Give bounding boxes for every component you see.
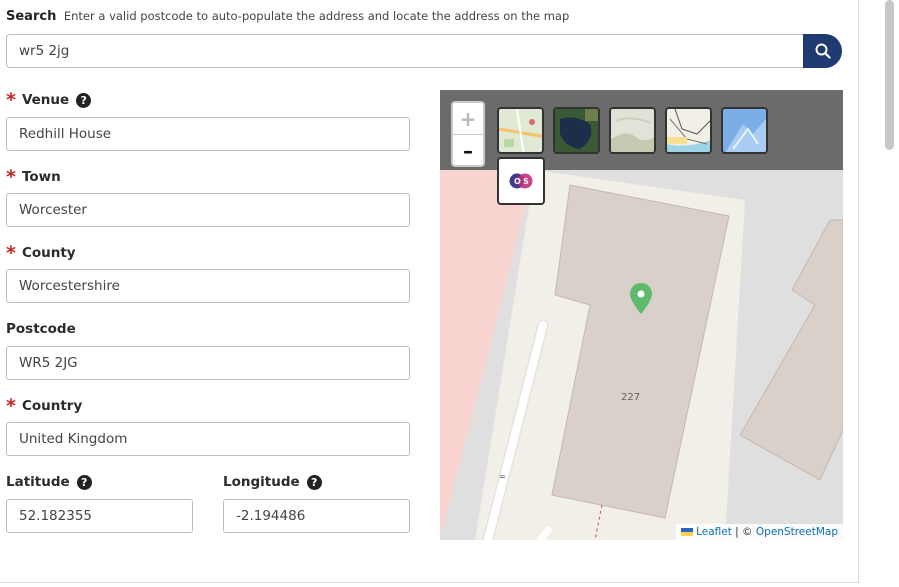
footpath-symbol: = [499, 472, 506, 481]
zoom-in-button[interactable]: + [453, 103, 483, 135]
county-field[interactable] [6, 269, 410, 303]
location-map[interactable]: = 227 + – O S Leaflet | © OpenStreetMap [440, 90, 843, 540]
search-input[interactable] [6, 34, 803, 68]
country-field[interactable] [6, 422, 410, 456]
road-map-layer-button[interactable] [497, 107, 544, 154]
postcode-label: Postcode [6, 321, 76, 337]
attribution-separator: | © [731, 526, 756, 538]
latitude-label-text: Latitude [6, 474, 70, 490]
road-map-thumbnail [499, 109, 542, 152]
building-number: 227 [621, 392, 640, 403]
page-scrollbar[interactable] [885, 0, 894, 150]
zoom-control: + – [451, 101, 485, 167]
help-icon[interactable]: ? [306, 474, 322, 490]
latitude-field[interactable] [6, 499, 193, 533]
required-marker: * [6, 166, 16, 188]
satellite-layer-button[interactable] [553, 107, 600, 154]
satellite-thumbnail [555, 109, 598, 152]
postcode-search [6, 34, 842, 68]
postcode-label-text: Postcode [6, 321, 76, 337]
outdoor-thumbnail [667, 109, 710, 152]
ukraine-flag-icon [681, 528, 694, 536]
zoom-out-button[interactable]: – [453, 135, 483, 166]
required-marker: * [6, 89, 16, 111]
latitude-label: Latitude ? [6, 474, 92, 490]
longitude-label-text: Longitude [223, 474, 300, 490]
search-icon [815, 43, 831, 59]
longitude-field[interactable] [223, 499, 410, 533]
terrain-thumbnail [611, 109, 654, 152]
svg-text:O: O [514, 177, 521, 186]
required-marker: * [6, 242, 16, 264]
search-label: Search [6, 9, 57, 24]
relief-layer-button[interactable] [721, 107, 768, 154]
openstreetmap-link[interactable]: OpenStreetMap [756, 526, 838, 538]
leaflet-link[interactable]: Leaflet [696, 526, 732, 538]
outdoor-layer-button[interactable] [665, 107, 712, 154]
search-help-text: Enter a valid postcode to auto-populate … [63, 9, 570, 23]
search-button[interactable] [803, 34, 842, 68]
town-field[interactable] [6, 193, 410, 227]
longitude-label: Longitude ? [223, 474, 322, 490]
relief-thumbnail [723, 109, 766, 152]
country-label-text: Country [21, 398, 83, 414]
map-attribution: Leaflet | © OpenStreetMap [676, 524, 843, 540]
address-panel: Search Enter a valid postcode to auto-po… [0, 0, 859, 583]
country-label: * Country [6, 395, 83, 417]
venue-field[interactable] [6, 117, 410, 151]
venue-label: * Venue ? [6, 89, 92, 111]
ordnance-survey-logo-icon: O S [509, 173, 533, 189]
county-label: * County [6, 242, 76, 264]
svg-text:S: S [523, 177, 529, 186]
ordnance-survey-layer-button[interactable]: O S [497, 157, 545, 205]
search-heading: Search Enter a valid postcode to auto-po… [6, 9, 569, 24]
county-label-text: County [21, 245, 76, 261]
terrain-layer-button[interactable] [609, 107, 656, 154]
help-icon[interactable]: ? [76, 474, 92, 490]
venue-label-text: Venue [21, 92, 70, 108]
town-label-text: Town [21, 169, 61, 185]
help-icon[interactable]: ? [76, 92, 92, 108]
required-marker: * [6, 395, 16, 417]
postcode-field[interactable] [6, 346, 410, 380]
town-label: * Town [6, 166, 61, 188]
